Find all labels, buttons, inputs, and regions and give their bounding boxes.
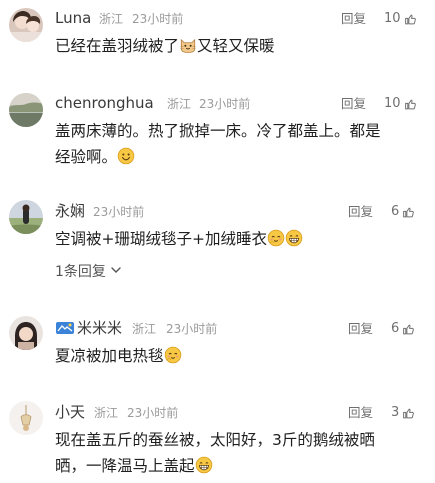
reply-count: 1条回复 bbox=[55, 264, 106, 280]
like-button[interactable]: 10 bbox=[384, 94, 417, 114]
comment-text-part: 夏凉被加电热毯 bbox=[55, 347, 164, 365]
avatar[interactable] bbox=[9, 93, 43, 127]
grin-emoji-icon bbox=[285, 229, 303, 247]
avatar[interactable] bbox=[9, 200, 43, 234]
thumb-up-icon bbox=[404, 98, 417, 111]
comment-text-part: 经验啊。 bbox=[55, 148, 118, 166]
commenter-name[interactable]: chenronghua bbox=[55, 93, 154, 113]
comment-text-part: 已经在盖羽绒被了 bbox=[55, 37, 180, 55]
like-count: 6 bbox=[391, 204, 400, 219]
view-replies-link[interactable]: 1条回复 bbox=[55, 262, 122, 282]
like-count: 10 bbox=[384, 96, 401, 111]
comment-time: 23小时前 bbox=[93, 205, 145, 219]
like-button[interactable]: 6 bbox=[391, 202, 415, 222]
like-button[interactable]: 3 bbox=[391, 403, 415, 423]
reply-button[interactable]: 回复 bbox=[341, 9, 366, 29]
comment-text-part: 空调被+珊瑚绒毯子+加绒睡衣 bbox=[55, 230, 267, 248]
comment-time: 23小时前 bbox=[166, 322, 218, 336]
commenter-name-text: 米米米 bbox=[77, 319, 123, 337]
commenter-name[interactable]: 永娴 bbox=[55, 201, 85, 221]
like-button[interactable]: 10 bbox=[384, 9, 417, 29]
comment-time: 23小时前 bbox=[127, 406, 179, 420]
shy-emoji-icon bbox=[164, 346, 182, 364]
cat-emoji-icon bbox=[179, 36, 197, 54]
comment-text: 盖两床薄的。热了掀掉一床。冷了都盖上。都是 经验啊。 bbox=[55, 118, 415, 170]
reply-button[interactable]: 回复 bbox=[348, 202, 373, 222]
commenter-name[interactable]: Luna bbox=[55, 8, 91, 28]
chevron-down-icon bbox=[110, 262, 122, 282]
like-count: 3 bbox=[391, 405, 400, 420]
thumb-up-icon bbox=[402, 407, 415, 420]
comment-time: 23小时前 bbox=[199, 97, 251, 111]
comment-text: 夏凉被加电热毯 bbox=[55, 343, 415, 369]
like-count: 10 bbox=[384, 11, 401, 26]
reply-button[interactable]: 回复 bbox=[341, 94, 366, 114]
comment-location: 浙江 bbox=[132, 322, 157, 336]
avatar[interactable] bbox=[9, 8, 43, 42]
grin-emoji-icon bbox=[195, 456, 213, 474]
comment-text: 空调被+珊瑚绒毯子+加绒睡衣 bbox=[55, 226, 415, 252]
avatar[interactable] bbox=[9, 316, 43, 350]
thumb-up-icon bbox=[402, 323, 415, 336]
comment-text-part: 晒，一降温马上盖起 bbox=[55, 457, 195, 475]
comment-location: 浙江 bbox=[167, 97, 192, 111]
like-button[interactable]: 6 bbox=[391, 319, 415, 339]
thumb-up-icon bbox=[404, 13, 417, 26]
shy-emoji-icon bbox=[267, 229, 285, 247]
like-count: 6 bbox=[391, 321, 400, 336]
comment-text-line: 经验啊。 bbox=[55, 144, 415, 170]
flag-badge-icon bbox=[55, 321, 75, 335]
comment-text-part: 又轻又保暖 bbox=[197, 37, 275, 55]
comment-time: 23小时前 bbox=[132, 12, 184, 26]
reply-button[interactable]: 回复 bbox=[348, 403, 373, 423]
comment-location: 浙江 bbox=[94, 406, 119, 420]
reply-button[interactable]: 回复 bbox=[348, 319, 373, 339]
smile-emoji-icon bbox=[117, 147, 135, 165]
comment-text-line: 现在盖五斤的蚕丝被，太阳好，3斤的鹅绒被晒 bbox=[55, 431, 375, 449]
comment-text: 已经在盖羽绒被了 又轻又保暖 bbox=[55, 33, 415, 59]
comment-text-line: 盖两床薄的。热了掀掉一床。冷了都盖上。都是 bbox=[55, 122, 381, 140]
thumb-up-icon bbox=[402, 206, 415, 219]
commenter-name[interactable]: 米米米 bbox=[55, 318, 122, 338]
commenter-name[interactable]: 小天 bbox=[55, 402, 85, 422]
comment-text-line: 晒，一降温马上盖起 bbox=[55, 453, 415, 479]
avatar[interactable] bbox=[9, 401, 43, 435]
comment-location: 浙江 bbox=[99, 12, 124, 26]
comment-text: 现在盖五斤的蚕丝被，太阳好，3斤的鹅绒被晒 晒，一降温马上盖起 bbox=[55, 427, 415, 479]
